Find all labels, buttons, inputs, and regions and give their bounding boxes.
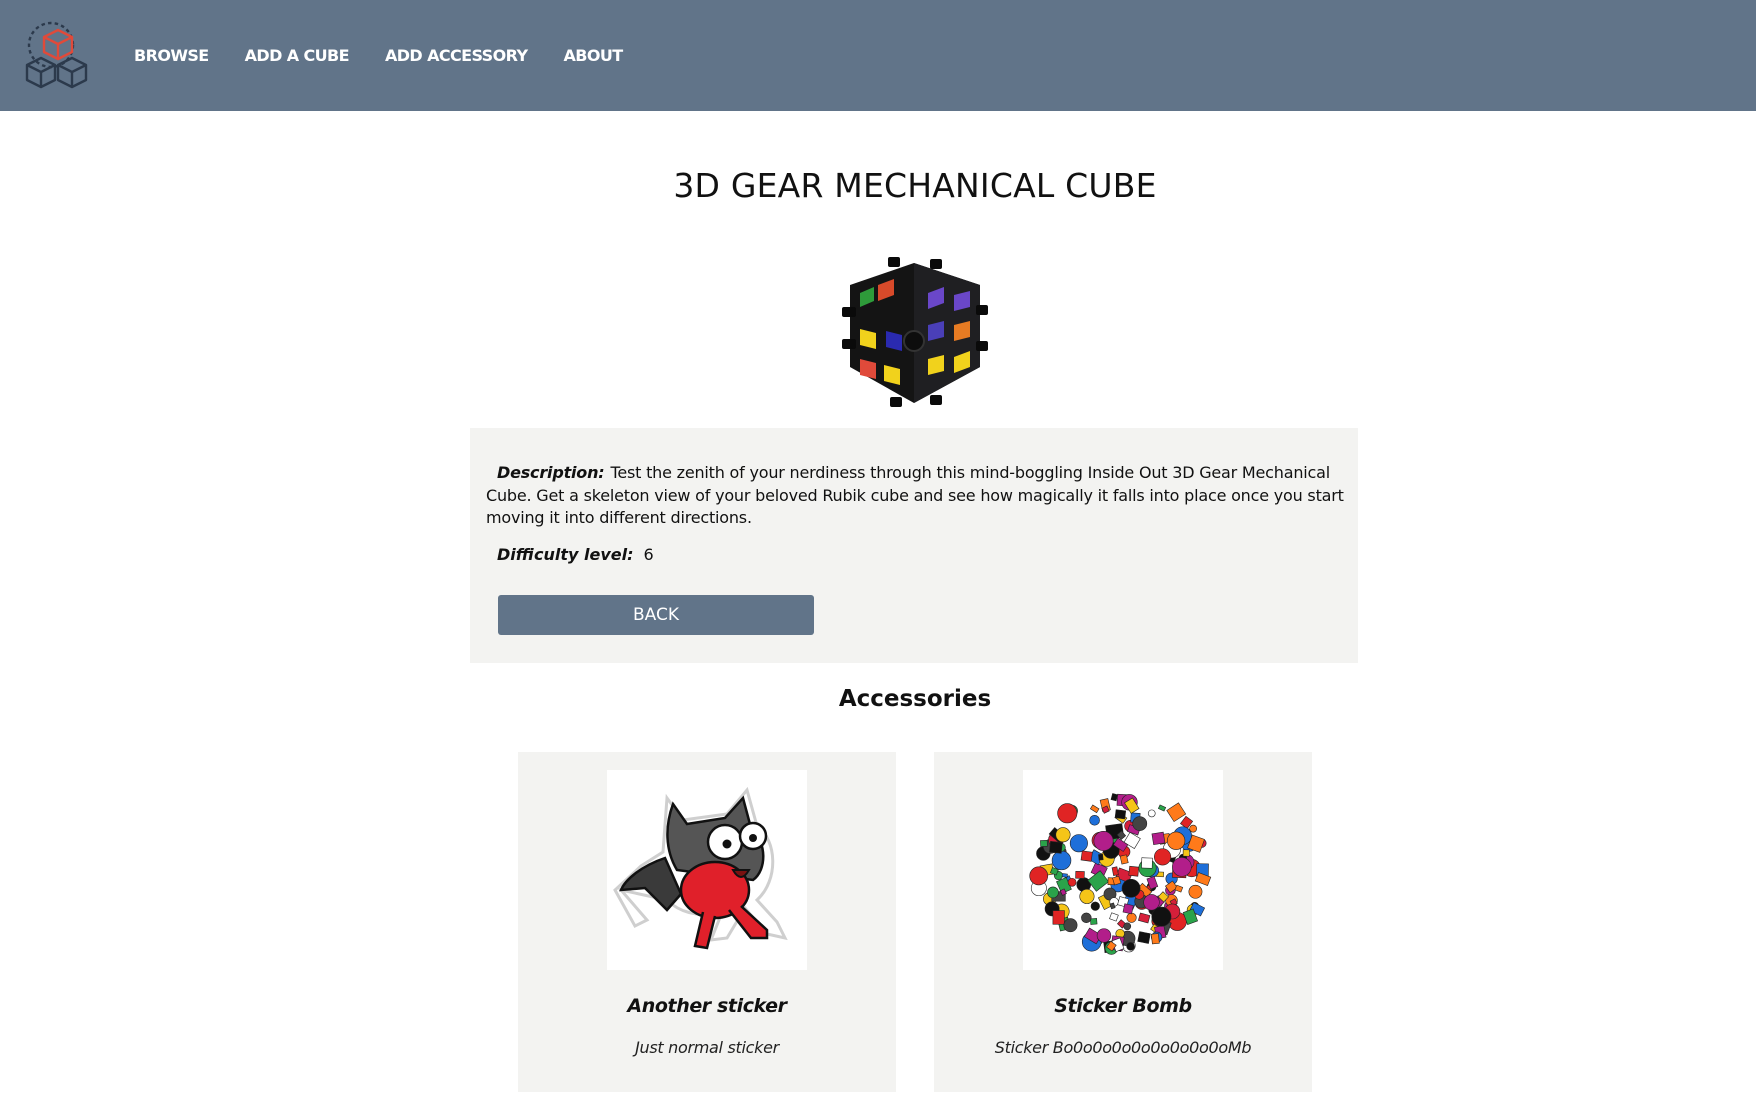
sticker-blob [1174, 884, 1184, 893]
description: Description: Test the zenith of your nerd… [486, 462, 1346, 530]
bat-cat-sticker-image [613, 786, 788, 950]
sticker-blob [1138, 912, 1151, 924]
sticker-blob [1126, 912, 1137, 923]
nav-add-cube-link[interactable]: ADD A CUBE [245, 46, 350, 65]
nav-browse-link[interactable]: BROWSE [134, 46, 209, 65]
nav-about-link[interactable]: ABOUT [563, 46, 623, 65]
sticker-bomb-image [1029, 793, 1212, 955]
cube-details-panel: Description: Test the zenith of your nerd… [470, 428, 1358, 663]
sticker-blob [1166, 802, 1187, 823]
sticker-blob [1151, 906, 1172, 927]
sticker-blob [1047, 886, 1059, 899]
accessory-description: Just normal sticker [635, 1038, 779, 1057]
sticker-blob [1052, 910, 1065, 925]
nav-add-accessory-link[interactable]: ADD ACCESSORY [385, 46, 528, 65]
gear-cube-image [842, 257, 988, 407]
sticker-blob [1111, 866, 1119, 876]
sticker-blob [1137, 931, 1151, 944]
sticker-blob [1188, 884, 1203, 899]
sticker-blob [1122, 903, 1134, 915]
sticker-blob [1069, 834, 1088, 853]
sticker-blob [1057, 803, 1078, 824]
top-navigation-bar: BROWSE ADD A CUBE ADD ACCESSORY ABOUT [0, 0, 1756, 111]
sticker-blob [1126, 942, 1135, 951]
sticker-blob [1055, 827, 1071, 843]
description-text: Test the zenith of your nerdiness throug… [486, 463, 1344, 527]
sticker-blob [1121, 878, 1141, 898]
sticker-blob [1040, 840, 1048, 847]
cube-stack-logo-icon[interactable] [24, 18, 94, 90]
accessories-heading: Accessories [838, 686, 992, 712]
sticker-blob [1075, 870, 1085, 879]
sticker-blob [1114, 809, 1127, 820]
difficulty-value: 6 [643, 545, 654, 564]
description-label: Description: [497, 463, 605, 482]
main-nav: BROWSE ADD A CUBE ADD ACCESSORY ABOUT [134, 0, 659, 111]
back-button[interactable]: BACK [498, 595, 814, 635]
sticker-blob [1067, 877, 1077, 887]
sticker-blob [1081, 912, 1092, 924]
sticker-blob [1049, 841, 1063, 854]
page-title: 3D GEAR MECHANICAL CUBE [673, 166, 1157, 205]
sticker-blob [1089, 814, 1100, 826]
accessory-image [607, 770, 807, 970]
accessory-image [1023, 770, 1223, 970]
sticker-blob [1109, 912, 1119, 922]
sticker-blob [1093, 830, 1114, 851]
sticker-blob [1051, 850, 1072, 871]
sticker-blob [1063, 918, 1078, 933]
sticker-blob [1079, 888, 1095, 904]
accessory-description: Sticker Bo0o0o0o0o0o0o0o0oMb [994, 1038, 1252, 1057]
accessory-card[interactable]: Sticker Bomb Sticker Bo0o0o0o0o0o0o0o0oM… [934, 752, 1312, 1092]
sticker-blob [1172, 857, 1192, 877]
accessory-name: Another sticker [627, 995, 787, 1017]
sticker-blob [1061, 873, 1068, 878]
sticker-blob [1157, 804, 1167, 812]
sticker-blob [1151, 933, 1160, 945]
sticker-blob [1098, 853, 1104, 861]
difficulty: Difficulty level: 6 [497, 545, 654, 564]
sticker-blob [1090, 901, 1100, 911]
sticker-blob [1132, 816, 1148, 831]
sticker-blob [1166, 831, 1186, 850]
sticker-blob [1147, 809, 1156, 818]
sticker-blob [1141, 857, 1153, 869]
sticker-blob [1080, 850, 1093, 862]
sticker-blob [1123, 922, 1132, 931]
sticker-blob [1087, 870, 1110, 892]
sticker-blob [1151, 831, 1166, 846]
sticker-blob [1089, 804, 1100, 814]
sticker-blob [1029, 866, 1049, 886]
sticker-blob [1119, 854, 1129, 865]
accessory-name: Sticker Bomb [1054, 995, 1192, 1017]
sticker-blob [1182, 849, 1190, 857]
sticker-blob [1110, 793, 1119, 802]
difficulty-label: Difficulty level: [497, 545, 634, 564]
sticker-blob [1143, 894, 1160, 911]
sticker-blob [1189, 824, 1198, 833]
sticker-blob [1128, 865, 1140, 877]
sticker-blob [1096, 928, 1112, 943]
accessory-card[interactable]: Another sticker Just normal sticker [518, 752, 896, 1092]
sticker-blob [1089, 918, 1098, 925]
sticker-blob [1154, 848, 1172, 866]
